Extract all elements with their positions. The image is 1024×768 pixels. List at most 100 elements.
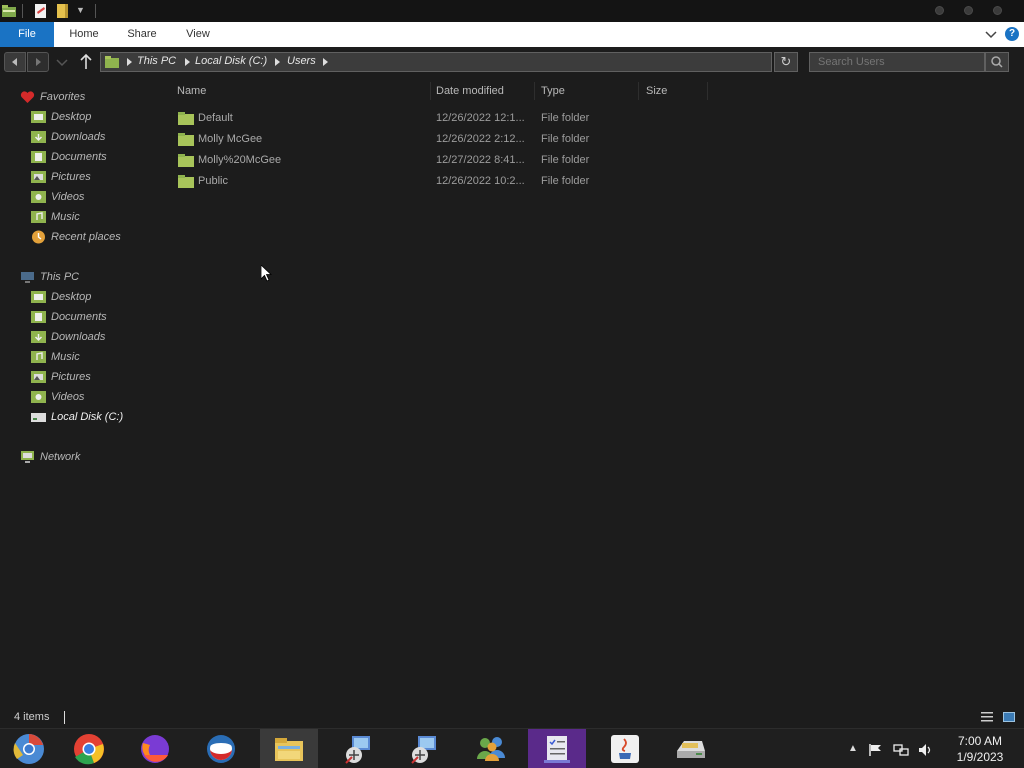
breadcrumb-arrow-icon[interactable] <box>127 58 132 66</box>
music-folder-icon <box>31 351 46 363</box>
new-folder-icon[interactable] <box>56 3 70 19</box>
search-icon <box>991 56 1003 68</box>
taskbar-opera-icon[interactable] <box>192 729 250 768</box>
details-view-icon[interactable] <box>980 710 994 724</box>
separator <box>95 4 96 18</box>
taskbar-java-icon[interactable] <box>596 729 654 768</box>
file-name: Molly McGee <box>198 133 263 145</box>
nav-label: Music <box>51 211 80 223</box>
forward-arrow-icon <box>36 58 41 66</box>
table-row[interactable]: Molly%20McGee 12/27/2022 8:41... File fo… <box>165 150 1024 171</box>
item-count: 4 items <box>14 711 50 723</box>
back-arrow-icon <box>12 58 17 66</box>
address-bar[interactable]: This PC Local Disk (C:) Users <box>100 52 772 72</box>
forward-button[interactable] <box>27 52 49 72</box>
tab-home[interactable]: Home <box>62 22 106 47</box>
customize-quick-access-icon[interactable]: ▼ <box>76 5 85 15</box>
pictures-folder-icon <box>31 171 46 183</box>
table-row[interactable]: Public 12/26/2022 10:2... File folder <box>165 171 1024 192</box>
downloads-folder-icon <box>31 131 46 143</box>
up-arrow-icon[interactable] <box>78 53 94 71</box>
clock-date: 1/9/2023 <box>956 750 1004 764</box>
folder-icon <box>178 175 194 188</box>
breadcrumb-arrow-icon[interactable] <box>323 58 328 66</box>
computer-icon <box>21 272 34 283</box>
file-type: File folder <box>541 154 590 166</box>
navigation-pane: Favorites Desktop Downloads Documents Pi… <box>0 80 160 700</box>
taskbar-file-explorer-icon[interactable] <box>260 729 318 768</box>
network-status-icon[interactable] <box>893 743 909 757</box>
taskbar-firefox-icon[interactable] <box>126 729 184 768</box>
column-date-modified[interactable]: Date modified <box>436 82 504 100</box>
help-icon[interactable]: ? <box>1005 27 1019 41</box>
breadcrumb-local-disk[interactable]: Local Disk (C:) <box>195 55 267 67</box>
breadcrumb-arrow-icon[interactable] <box>275 58 280 66</box>
refresh-button[interactable]: ↻ <box>774 52 798 72</box>
recent-places-icon <box>32 230 45 244</box>
taskbar-users-icon[interactable] <box>462 729 520 768</box>
column-divider[interactable] <box>638 82 639 100</box>
breadcrumb-this-pc[interactable]: This PC <box>137 55 176 67</box>
tab-view[interactable]: View <box>178 22 218 47</box>
column-type[interactable]: Type <box>541 82 565 100</box>
nav-label: Local Disk (C:) <box>51 411 124 423</box>
taskbar-chromium-icon[interactable] <box>0 729 58 768</box>
nav-label: This PC <box>40 271 80 283</box>
firefox-icon <box>141 735 169 763</box>
taskbar-chrome-icon[interactable] <box>60 729 118 768</box>
column-name[interactable]: Name <box>177 82 206 100</box>
large-icons-view-icon[interactable] <box>1002 710 1016 724</box>
properties-icon[interactable] <box>34 3 48 19</box>
close-button[interactable] <box>993 6 1002 15</box>
breadcrumb-users[interactable]: Users <box>287 55 316 67</box>
title-bar: ▼ <box>0 0 1024 22</box>
table-row[interactable]: Molly McGee 12/26/2022 2:12... File fold… <box>165 129 1024 150</box>
back-button[interactable] <box>4 52 26 72</box>
action-center-flag-icon[interactable] <box>868 743 884 757</box>
file-name: Public <box>198 175 228 187</box>
tab-file[interactable]: File <box>0 22 54 47</box>
file-type: File folder <box>541 112 590 124</box>
nav-label: Favorites <box>40 91 86 103</box>
recent-locations-icon[interactable] <box>55 57 69 67</box>
clock-time: 7:00 AM <box>957 734 1003 748</box>
file-type: File folder <box>541 133 590 145</box>
column-divider[interactable] <box>707 82 708 100</box>
column-size[interactable]: Size <box>646 82 667 100</box>
nav-label: Pictures <box>51 371 91 383</box>
minimize-button[interactable] <box>935 6 944 15</box>
file-name: Molly%20McGee <box>198 154 282 166</box>
network-setup-icon <box>345 736 370 764</box>
ribbon: File Home Share View ? <box>0 22 1024 47</box>
taskbar-checklist-app-icon[interactable] <box>528 729 586 768</box>
table-row[interactable]: Default 12/26/2022 12:1... File folder <box>165 108 1024 129</box>
taskbar: ▲ 7:00 AM 1/9/2023 <box>0 728 1024 768</box>
drive-icon <box>31 413 46 422</box>
nav-label: Recent places <box>51 231 121 243</box>
maximize-button[interactable] <box>964 6 973 15</box>
file-date: 12/26/2022 10:2... <box>436 175 525 187</box>
system-clock[interactable]: 7:00 AM 1/9/2023 <box>940 733 1020 765</box>
taskbar-network-setup-icon[interactable] <box>328 729 386 768</box>
nav-label: Documents <box>51 311 107 323</box>
mouse-cursor-icon <box>261 265 273 282</box>
downloads-folder-icon <box>31 331 46 343</box>
column-divider[interactable] <box>534 82 535 100</box>
folder-icon[interactable] <box>2 3 16 19</box>
file-explorer-icon <box>275 738 303 761</box>
taskbar-drive-icon[interactable] <box>662 729 720 768</box>
taskbar-network-setup-icon-2[interactable] <box>394 729 452 768</box>
search-input[interactable] <box>809 52 985 72</box>
expand-ribbon-icon[interactable] <box>984 26 998 42</box>
nav-label: Downloads <box>51 331 106 343</box>
search-button[interactable] <box>985 52 1009 72</box>
separator <box>22 4 23 18</box>
tab-share[interactable]: Share <box>120 22 164 47</box>
nav-label: Network <box>40 451 81 463</box>
column-divider[interactable] <box>430 82 431 100</box>
volume-icon[interactable] <box>918 743 934 757</box>
checklist-app-icon <box>544 736 570 763</box>
folder-icon <box>105 56 119 68</box>
breadcrumb-arrow-icon[interactable] <box>185 58 190 66</box>
show-hidden-icons[interactable]: ▲ <box>848 743 858 754</box>
